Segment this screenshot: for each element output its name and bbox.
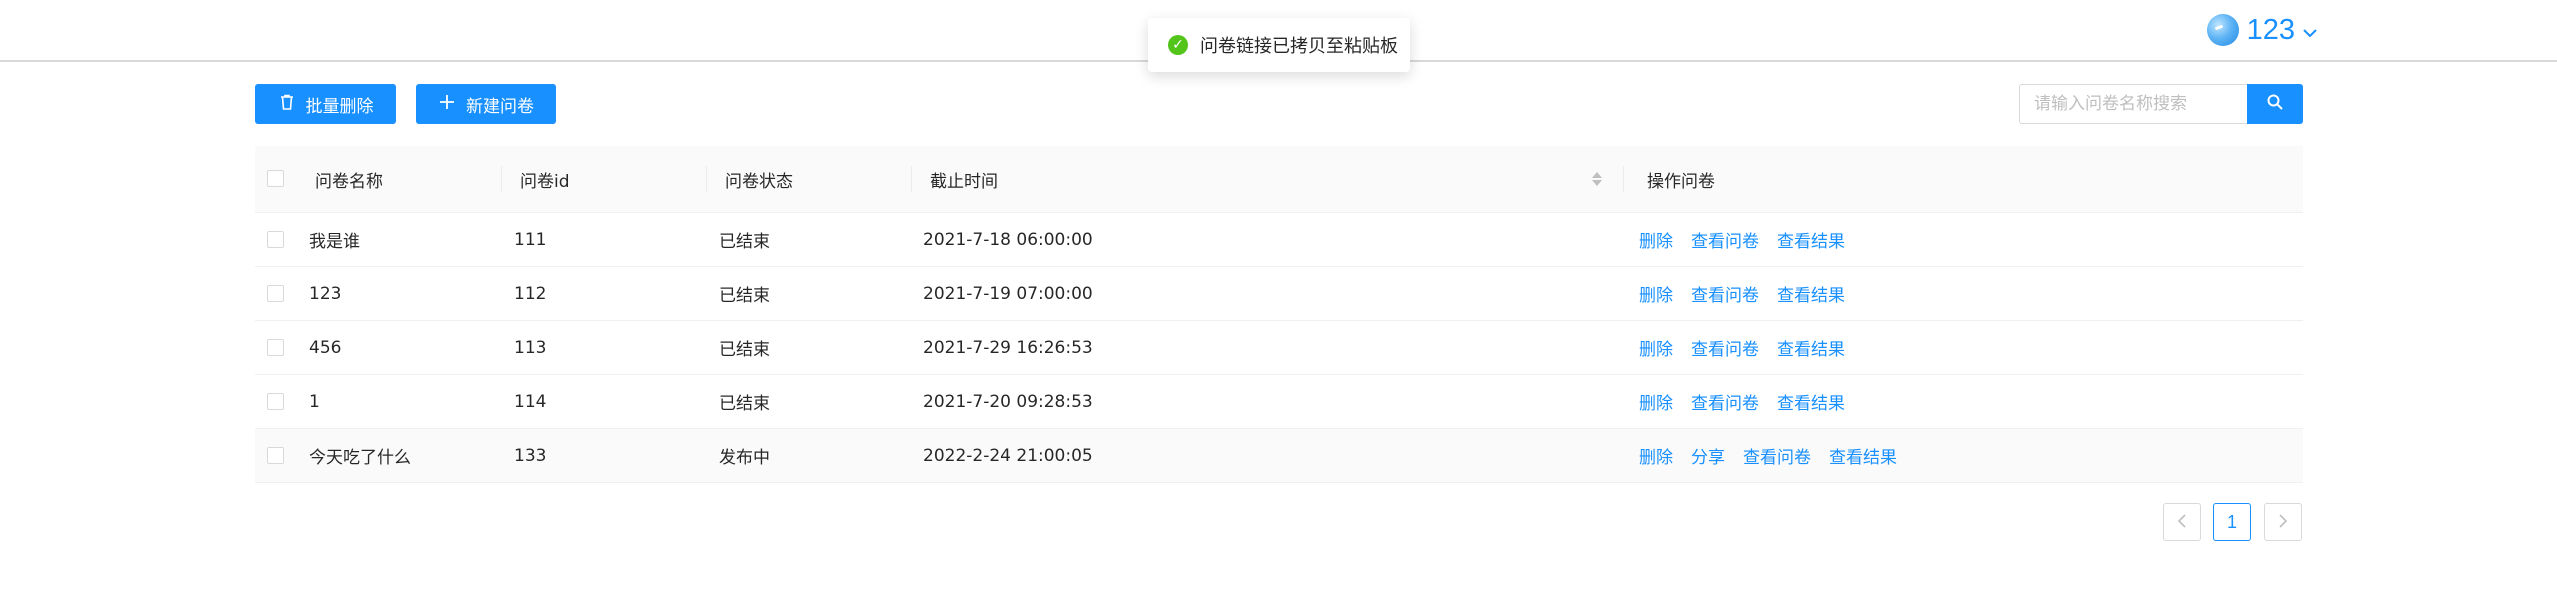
- new-survey-label: 新建问卷: [466, 96, 534, 117]
- delete-link[interactable]: 删除: [1639, 227, 1673, 252]
- survey-status: 已结束: [719, 232, 770, 252]
- column-divider: [501, 166, 502, 192]
- row-checkbox[interactable]: [267, 393, 284, 410]
- toast-message: 问卷链接已拷贝至粘贴板: [1200, 36, 1398, 57]
- survey-id: 112: [514, 283, 547, 304]
- column-header-actions: 操作问卷: [1647, 171, 1715, 192]
- row-actions: 删除 查看问卷 查看结果: [1639, 389, 1845, 414]
- survey-name: 123: [309, 283, 342, 304]
- copy-success-toast: ✓ 问卷链接已拷贝至粘贴板: [1148, 18, 1410, 72]
- share-link[interactable]: 分享: [1691, 443, 1725, 468]
- chevron-right-icon: [2278, 513, 2288, 532]
- column-header-status: 问卷状态: [725, 171, 793, 192]
- new-survey-button[interactable]: 新建问卷: [416, 84, 556, 124]
- trash-icon: [278, 93, 296, 116]
- pagination-next-button[interactable]: [2264, 503, 2302, 541]
- sort-icon[interactable]: [1592, 172, 1602, 186]
- chevron-left-icon: [2177, 513, 2187, 532]
- delete-link[interactable]: 删除: [1639, 335, 1673, 360]
- user-menu[interactable]: 123: [2206, 10, 2317, 50]
- view-survey-link[interactable]: 查看问卷: [1691, 335, 1759, 360]
- avatar: [2206, 14, 2239, 46]
- pagination-page-button[interactable]: 1: [2213, 503, 2251, 541]
- view-results-link[interactable]: 查看结果: [1777, 389, 1845, 414]
- survey-table: 问卷名称 问卷id 问卷状态 截止时间 操作问卷 我是谁 111 已结束 202…: [255, 146, 2303, 483]
- column-divider: [911, 166, 912, 192]
- table-row: 456 113 已结束 2021-7-29 16:26:53 删除 查看问卷 查…: [255, 321, 2303, 375]
- pagination-prev-button[interactable]: [2163, 503, 2201, 541]
- view-survey-link[interactable]: 查看问卷: [1691, 227, 1759, 252]
- batch-delete-label: 批量删除: [305, 96, 374, 117]
- view-results-link[interactable]: 查看结果: [1777, 227, 1845, 252]
- table-header: 问卷名称 问卷id 问卷状态 截止时间 操作问卷: [255, 146, 2303, 213]
- row-actions: 删除 查看问卷 查看结果: [1639, 335, 1845, 360]
- row-actions: 删除 分享 查看问卷 查看结果: [1639, 443, 1897, 468]
- survey-id: 114: [514, 391, 547, 412]
- survey-id: 133: [514, 445, 547, 466]
- row-checkbox[interactable]: [267, 339, 284, 356]
- survey-name: 我是谁: [309, 232, 360, 252]
- survey-deadline: 2022-2-24 21:00:05: [923, 445, 1093, 466]
- search-icon: [2266, 93, 2284, 115]
- view-survey-link[interactable]: 查看问卷: [1691, 389, 1759, 414]
- delete-link[interactable]: 删除: [1639, 443, 1673, 468]
- column-header-id: 问卷id: [520, 171, 570, 192]
- search-input[interactable]: [2019, 84, 2247, 124]
- survey-deadline: 2021-7-18 06:00:00: [923, 229, 1093, 250]
- table-row: 1 114 已结束 2021-7-20 09:28:53 删除 查看问卷 查看结…: [255, 375, 2303, 429]
- row-actions: 删除 查看问卷 查看结果: [1639, 227, 1845, 252]
- plus-icon: [438, 93, 456, 116]
- search-button[interactable]: [2247, 84, 2303, 124]
- survey-id: 111: [514, 229, 547, 250]
- delete-link[interactable]: 删除: [1639, 281, 1673, 306]
- select-all-checkbox[interactable]: [267, 170, 284, 187]
- view-survey-link[interactable]: 查看问卷: [1743, 443, 1811, 468]
- column-divider: [1623, 166, 1624, 192]
- view-results-link[interactable]: 查看结果: [1777, 335, 1845, 360]
- survey-status: 已结束: [719, 286, 770, 306]
- view-results-link[interactable]: 查看结果: [1777, 281, 1845, 306]
- row-checkbox[interactable]: [267, 447, 284, 464]
- survey-deadline: 2021-7-19 07:00:00: [923, 283, 1093, 304]
- row-checkbox[interactable]: [267, 231, 284, 248]
- table-row: 今天吃了什么 133 发布中 2022-2-24 21:00:05 删除 分享 …: [255, 429, 2303, 483]
- delete-link[interactable]: 删除: [1639, 389, 1673, 414]
- survey-status: 发布中: [719, 448, 770, 468]
- survey-name: 1: [309, 391, 320, 412]
- survey-status: 已结束: [719, 394, 770, 414]
- table-row: 我是谁 111 已结束 2021-7-18 06:00:00 删除 查看问卷 查…: [255, 213, 2303, 267]
- user-name: 123: [2246, 13, 2295, 46]
- column-header-deadline[interactable]: 截止时间: [930, 167, 998, 192]
- table-row: 123 112 已结束 2021-7-19 07:00:00 删除 查看问卷 查…: [255, 267, 2303, 321]
- view-results-link[interactable]: 查看结果: [1829, 443, 1897, 468]
- row-checkbox[interactable]: [267, 285, 284, 302]
- check-circle-icon: ✓: [1168, 35, 1188, 55]
- survey-name: 今天吃了什么: [309, 448, 411, 468]
- survey-deadline: 2021-7-20 09:28:53: [923, 391, 1093, 412]
- survey-id: 113: [514, 337, 547, 358]
- view-survey-link[interactable]: 查看问卷: [1691, 281, 1759, 306]
- column-header-name: 问卷名称: [315, 171, 383, 192]
- batch-delete-button[interactable]: 批量删除: [255, 84, 396, 124]
- row-actions: 删除 查看问卷 查看结果: [1639, 281, 1845, 306]
- chevron-down-icon: [2303, 22, 2317, 43]
- survey-status: 已结束: [719, 340, 770, 360]
- column-divider: [706, 166, 707, 192]
- survey-deadline: 2021-7-29 16:26:53: [923, 337, 1093, 358]
- survey-name: 456: [309, 337, 342, 358]
